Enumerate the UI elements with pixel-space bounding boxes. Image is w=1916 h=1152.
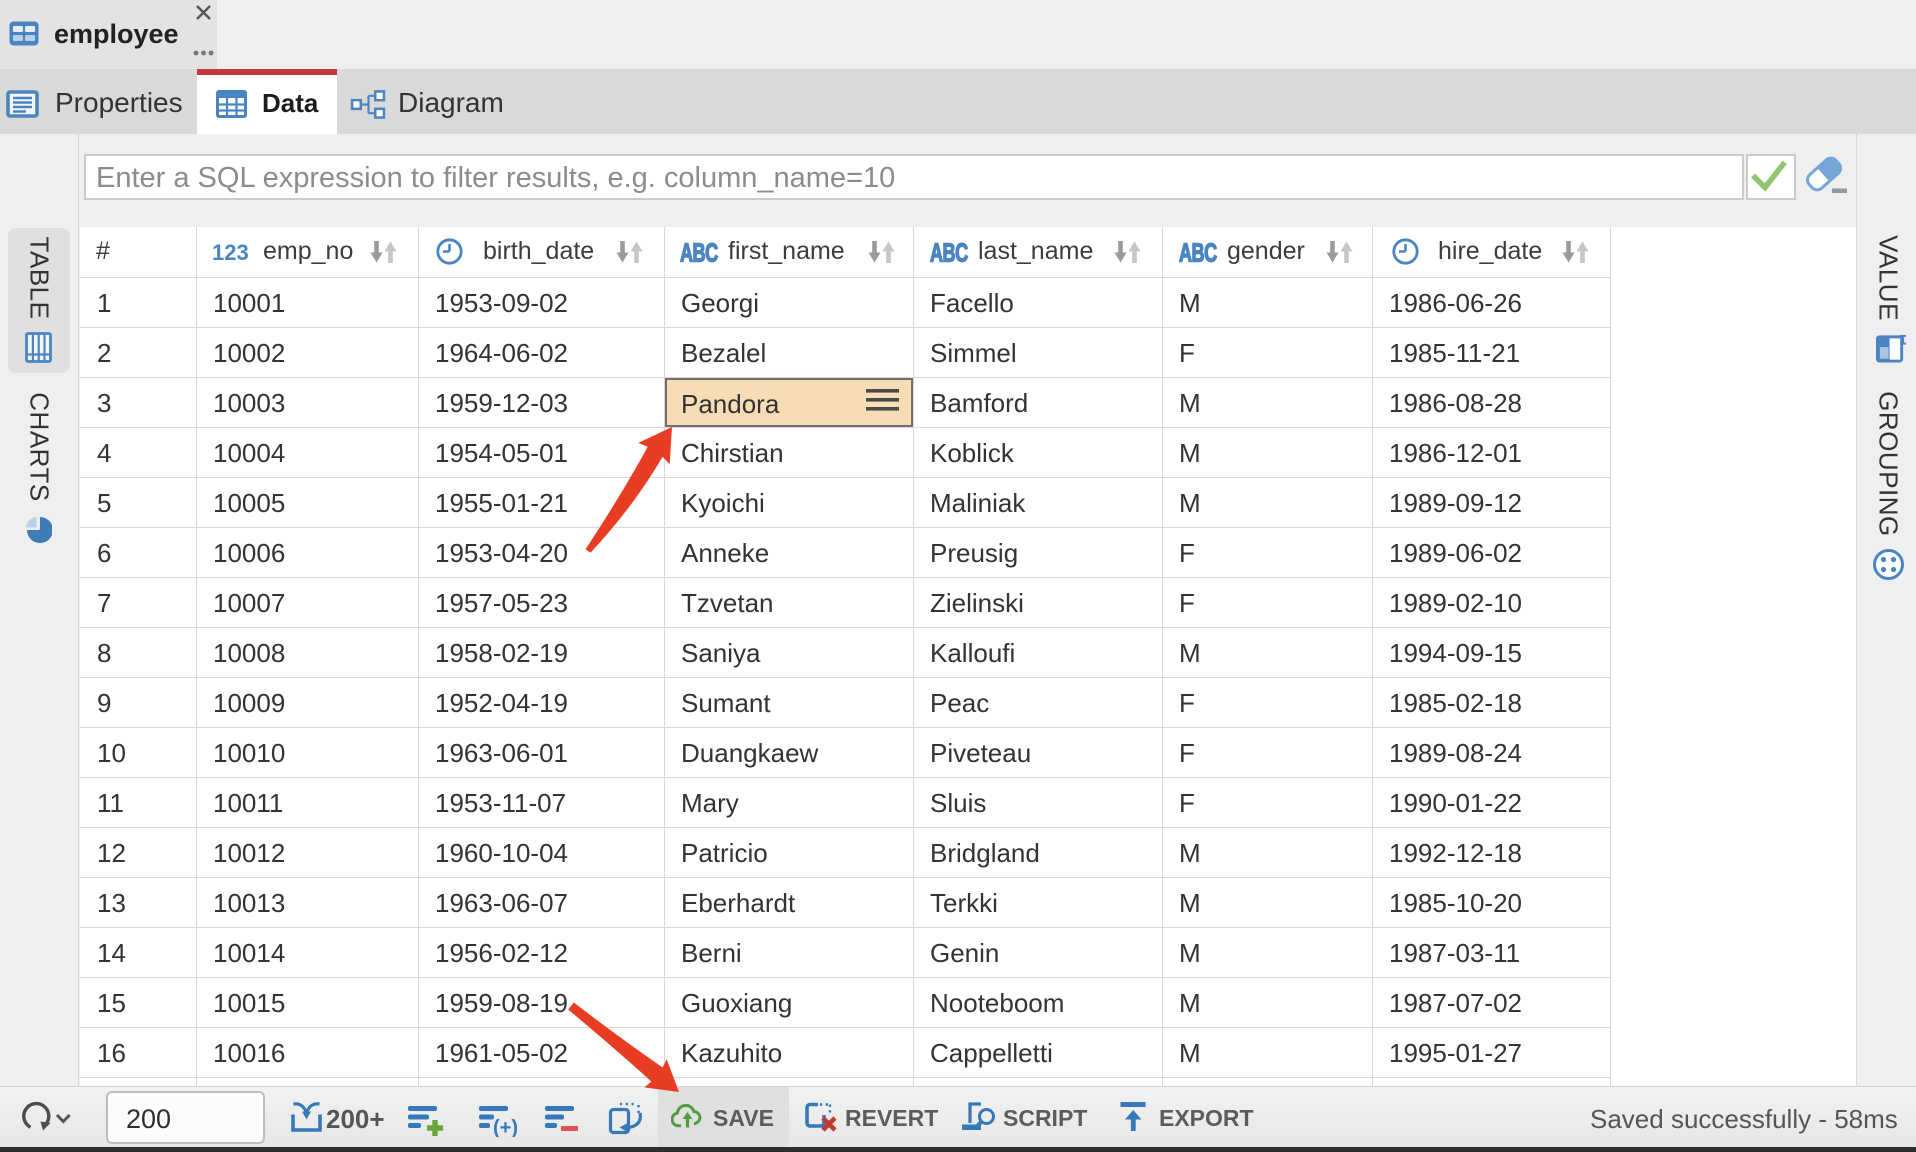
svg-text:(+): (+) (493, 1117, 518, 1137)
